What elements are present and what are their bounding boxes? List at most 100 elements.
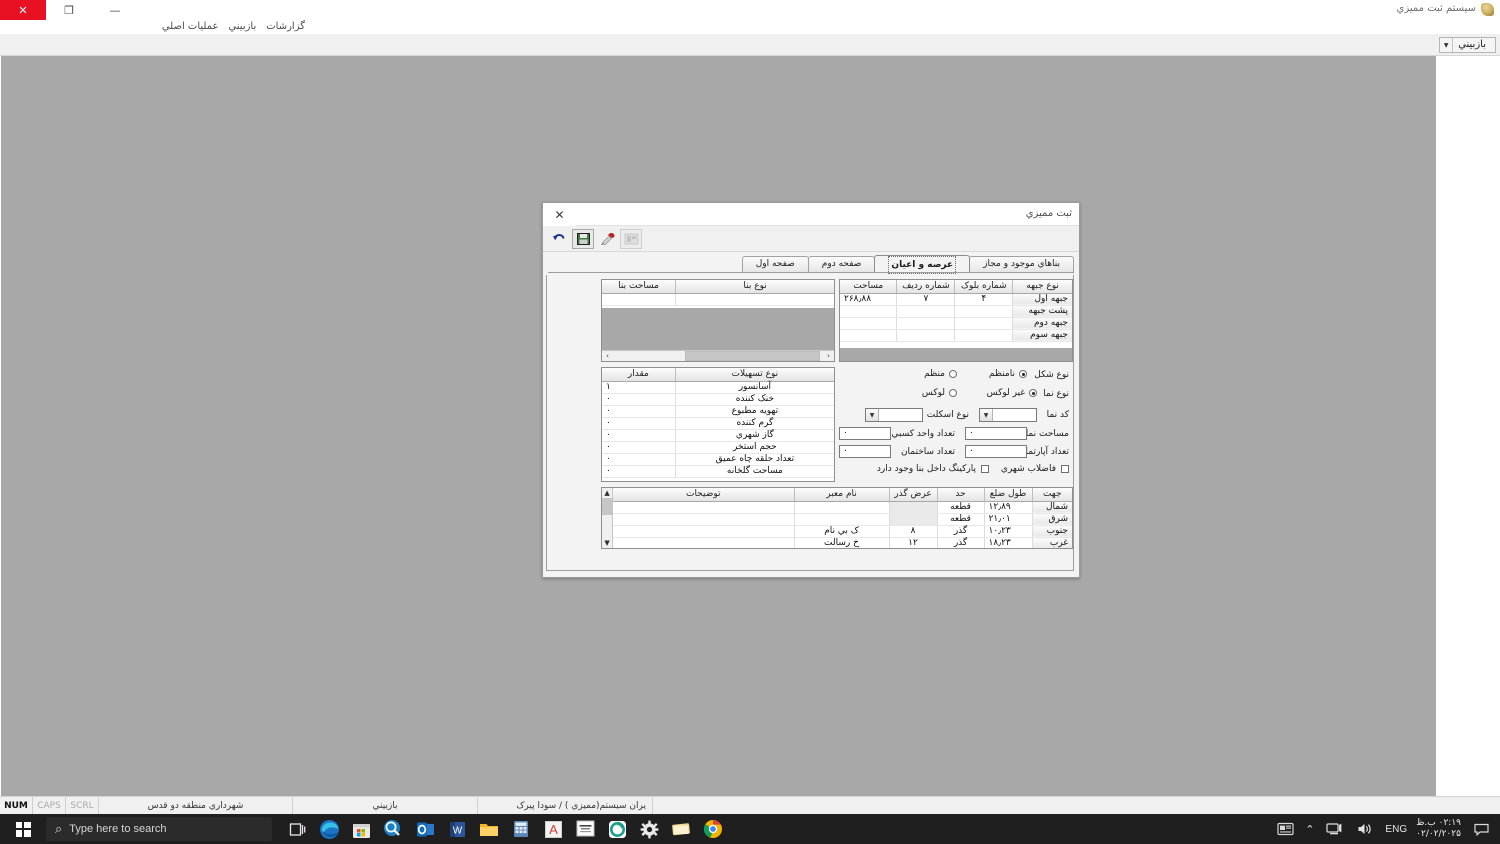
list-item[interactable]: تعداد حلقه چاه عمیق ۰ bbox=[602, 453, 834, 466]
cell-area[interactable] bbox=[840, 305, 897, 318]
chrome-icon[interactable] bbox=[702, 818, 724, 840]
cell-facility-type[interactable]: خنک کننده bbox=[674, 393, 834, 406]
list-item[interactable]: آسانسور ۱ bbox=[602, 381, 834, 394]
shape-irregular-radio[interactable]: نامنظم bbox=[989, 369, 1027, 379]
cell-passage-name[interactable] bbox=[793, 501, 889, 514]
radio-indicator[interactable] bbox=[949, 389, 957, 397]
facade-area-input[interactable]: ۰ bbox=[965, 427, 1027, 440]
column-header-area[interactable]: مساحت bbox=[840, 280, 897, 294]
shape-regular-radio[interactable]: منظم bbox=[924, 369, 957, 379]
microsoft-store-icon[interactable] bbox=[350, 818, 372, 840]
cell-description[interactable] bbox=[613, 537, 794, 548]
cell-facility-type[interactable]: گاز شهري bbox=[674, 429, 834, 442]
cell-facility-value[interactable]: ۰ bbox=[602, 429, 676, 442]
scroll-left-icon[interactable]: ‹ bbox=[602, 351, 613, 361]
chevron-down-icon[interactable]: ▼ bbox=[1440, 38, 1454, 52]
building-grid-hscrollbar[interactable]: ‹ › bbox=[602, 350, 834, 361]
cell-passage-width[interactable] bbox=[888, 501, 937, 514]
tab-page-two[interactable]: صفحه دوم bbox=[807, 256, 876, 272]
news-icon[interactable] bbox=[1274, 818, 1296, 840]
cell-side-length[interactable]: ۲۱٫۰۱ bbox=[983, 513, 1032, 526]
review-toolbar-button[interactable]: بازبيني ▼ bbox=[1439, 37, 1496, 53]
table-row[interactable]: غرب ۱۸٫۲۳ گذر ۱۲ خ رسالت bbox=[613, 537, 1072, 548]
menu-item-reports[interactable]: گزارشات bbox=[266, 20, 305, 34]
list-item[interactable]: تهویه مطبوع ۰ bbox=[602, 405, 834, 418]
cell-passage-name[interactable]: ک بي نام bbox=[793, 525, 889, 538]
column-header-block-number[interactable]: شماره بلوک bbox=[954, 280, 1013, 294]
network-icon[interactable] bbox=[1323, 818, 1345, 840]
scroll-right-icon[interactable]: › bbox=[823, 351, 834, 361]
table-row[interactable]: شرق ۲۱٫۰۱ قطعه bbox=[613, 513, 1072, 526]
edit-stamp-icon[interactable] bbox=[596, 229, 618, 249]
list-item[interactable]: گرم کننده ۰ bbox=[602, 417, 834, 430]
building-grid[interactable]: نوع بنا مساحت بنا ‹ › bbox=[601, 279, 835, 362]
table-row[interactable] bbox=[602, 293, 834, 306]
boundary-grid-vscrollbar[interactable]: ▲ ▼ bbox=[602, 488, 613, 548]
column-header-building-type[interactable]: نوع بنا bbox=[675, 280, 834, 294]
radio-indicator[interactable] bbox=[949, 370, 957, 378]
cell-front-type[interactable]: جبهه سوم bbox=[1012, 329, 1072, 342]
list-item[interactable]: خنک کننده ۰ bbox=[602, 393, 834, 406]
cell-facility-type[interactable]: گرم کننده bbox=[674, 417, 834, 430]
cell-passage-width[interactable]: ۸ bbox=[888, 525, 937, 538]
word-icon[interactable]: W bbox=[446, 818, 468, 840]
cell-facility-value[interactable]: ۰ bbox=[602, 453, 676, 466]
cell-passage-name[interactable] bbox=[793, 513, 889, 526]
cell-front-type[interactable]: پشت جبهه bbox=[1012, 305, 1072, 318]
vscroll-thumb[interactable] bbox=[602, 498, 612, 515]
cell-block-number[interactable] bbox=[954, 317, 1013, 330]
minimize-button[interactable]: — bbox=[92, 0, 138, 20]
radio-indicator[interactable] bbox=[1019, 370, 1027, 378]
front-grid[interactable]: نوع جبهه شماره بلوک شماره ردیف مساحت جبه… bbox=[839, 279, 1073, 362]
start-button[interactable] bbox=[0, 814, 46, 844]
menu-item-review[interactable]: بازبيني bbox=[228, 20, 256, 34]
save-icon[interactable] bbox=[572, 228, 594, 249]
chevron-up-icon[interactable]: ⌃ bbox=[1305, 823, 1314, 836]
tab-land-and-structures[interactable]: عرصه و اعیان bbox=[874, 255, 971, 274]
cell-direction[interactable]: شمال bbox=[1031, 501, 1072, 514]
autocad-icon[interactable]: A bbox=[542, 818, 564, 840]
business-units-input[interactable]: ۰ bbox=[839, 427, 891, 440]
cell-area[interactable]: ۲۶۸٫۸۸ bbox=[840, 293, 897, 306]
column-header-passage-width[interactable]: عرض گذر bbox=[888, 488, 937, 502]
cell-direction[interactable]: جنوب bbox=[1031, 525, 1072, 538]
close-button[interactable]: ✕ bbox=[0, 0, 46, 20]
cell-facility-type[interactable]: آسانسور bbox=[674, 381, 834, 394]
column-header-facility-value[interactable]: مقدار bbox=[602, 368, 676, 382]
cell-block-number[interactable] bbox=[954, 329, 1013, 342]
table-row[interactable]: جبهه اول ۴ ۷ ۲۶۸٫۸۸ bbox=[840, 293, 1072, 306]
checkbox-indicator[interactable] bbox=[981, 465, 989, 473]
dialog-close-icon[interactable]: ✕ bbox=[543, 203, 576, 226]
search-input[interactable]: ⌕ Type here to search bbox=[46, 817, 272, 841]
cell-side-length[interactable]: ۱۲٫۸۹ bbox=[983, 501, 1032, 514]
chevron-down-icon[interactable]: ▼ bbox=[980, 409, 993, 421]
cell-row-number[interactable] bbox=[896, 329, 955, 342]
edge-icon[interactable] bbox=[318, 818, 340, 840]
table-row[interactable]: شمال ۱۲٫۸۹ قطعه bbox=[613, 501, 1072, 514]
cell-front-type[interactable]: جبهه دوم bbox=[1012, 317, 1072, 330]
column-header-row-number[interactable]: شماره ردیف bbox=[896, 280, 955, 294]
cell-facility-value[interactable]: ۰ bbox=[602, 441, 676, 454]
sticky-notes-icon[interactable] bbox=[670, 818, 692, 840]
cell-side-length[interactable]: ۱۸٫۲۳ bbox=[983, 537, 1032, 548]
cell-facility-value[interactable]: ۰ bbox=[602, 417, 676, 430]
city-sewage-checkbox[interactable]: فاضلاب شهري bbox=[1001, 464, 1069, 474]
table-row[interactable]: جبهه سوم bbox=[840, 329, 1072, 342]
list-item[interactable]: حجم استخر ۰ bbox=[602, 441, 834, 454]
cell-area[interactable] bbox=[840, 317, 897, 330]
checkbox-indicator[interactable] bbox=[1061, 465, 1069, 473]
persian-app-icon[interactable] bbox=[574, 818, 596, 840]
language-indicator[interactable]: ENG bbox=[1385, 824, 1407, 835]
tab-page-one[interactable]: صفحه اول bbox=[741, 256, 809, 272]
excel-calculator-icon[interactable] bbox=[510, 818, 532, 840]
column-header-limit[interactable]: حد bbox=[936, 488, 984, 502]
cell-passage-width[interactable] bbox=[888, 513, 937, 526]
menu-item-main-operations[interactable]: عملیات اصلي bbox=[162, 20, 219, 34]
table-row[interactable]: جنوب ۱۰٫۲۳ گذر ۸ ک بي نام bbox=[613, 525, 1072, 538]
facade-code-value[interactable] bbox=[993, 409, 1036, 421]
tab-existing-permitted-buildings[interactable]: بناهاي موجود و مجاز bbox=[969, 256, 1074, 272]
cell-direction[interactable]: غرب bbox=[1031, 537, 1072, 548]
cell-facility-type[interactable]: حجم استخر bbox=[674, 441, 834, 454]
cell-building-type[interactable] bbox=[675, 293, 834, 306]
cell-direction[interactable]: شرق bbox=[1031, 513, 1072, 526]
